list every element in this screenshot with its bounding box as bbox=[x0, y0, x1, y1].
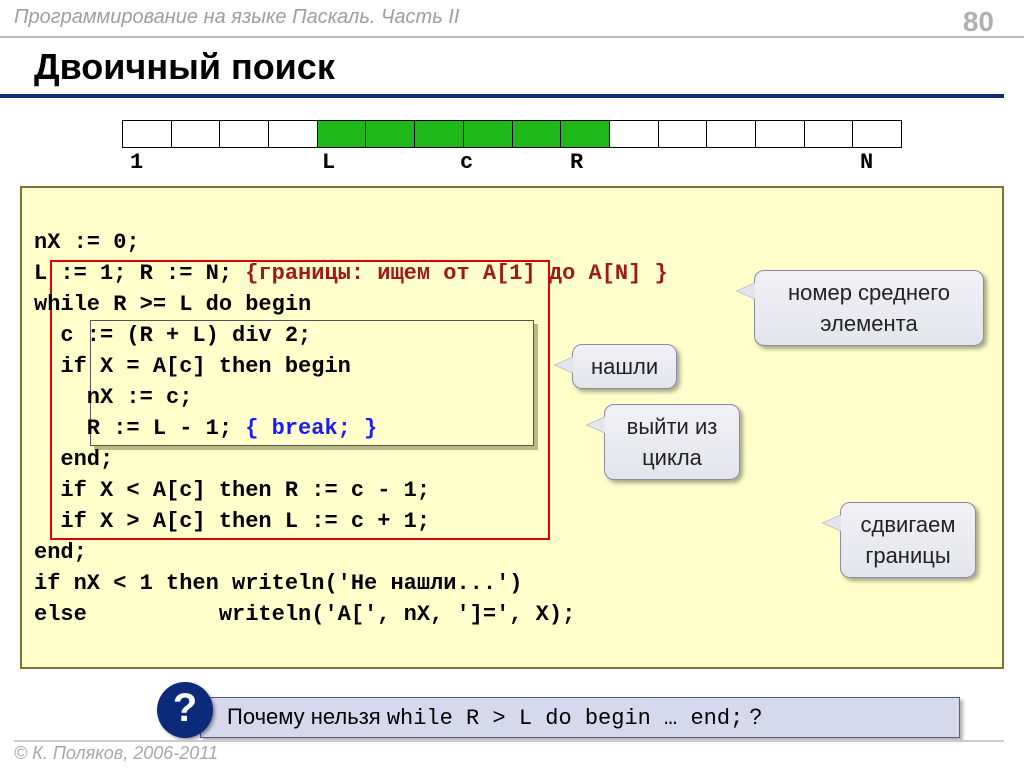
code-line: if X = A[c] then begin bbox=[34, 354, 351, 379]
array-labels: 1 L c R N bbox=[122, 150, 902, 176]
array-cell bbox=[853, 120, 902, 148]
array-cell bbox=[220, 120, 269, 148]
array-cell bbox=[513, 120, 562, 148]
array-cell bbox=[172, 120, 221, 148]
array-cell bbox=[561, 120, 610, 148]
callout-exit-loop: выйти из цикла bbox=[604, 404, 740, 480]
course-title: Программирование на языке Паскаль. Часть… bbox=[14, 6, 459, 29]
callout-text: сдвигаем границы bbox=[861, 512, 956, 568]
array-cell bbox=[318, 120, 367, 148]
code-line: L := 1; R := N; bbox=[34, 261, 245, 286]
array-cell bbox=[610, 120, 659, 148]
header-bar: Программирование на языке Паскаль. Часть… bbox=[0, 0, 1024, 38]
label-1: 1 bbox=[130, 150, 143, 175]
code-line: if X > A[c] then L := c + 1; bbox=[34, 509, 430, 534]
slide-title: Двоичный поиск bbox=[0, 38, 1004, 98]
code-line: while R >= L do begin bbox=[34, 292, 311, 317]
code-line: if X < A[c] then R := c - 1; bbox=[34, 478, 430, 503]
code-block: nX := 0; L := 1; R := N; {границы: ищем … bbox=[20, 186, 1004, 669]
question-box: ? Почему нельзя while R > L do begin … e… bbox=[200, 697, 960, 738]
array-cell bbox=[415, 120, 464, 148]
footer-copyright: © К. Поляков, 2006-2011 bbox=[14, 740, 1004, 764]
page-number: 80 bbox=[963, 6, 994, 38]
array-cell bbox=[805, 120, 854, 148]
code-line: if nX < 1 then writeln('Не нашли...') bbox=[34, 571, 522, 596]
label-L: L bbox=[322, 150, 335, 175]
callout-found: нашли bbox=[572, 344, 677, 389]
code-line: else writeln('A[', nX, ']=', X); bbox=[34, 602, 575, 627]
code-comment: {границы: ищем от A[1] до A[N] } bbox=[245, 261, 667, 286]
callout-shift-bounds: сдвигаем границы bbox=[840, 502, 976, 578]
array-cell bbox=[659, 120, 708, 148]
callout-text: номер среднего элемента bbox=[788, 280, 950, 336]
label-N: N bbox=[860, 150, 873, 175]
question-text-pre: Почему нельзя bbox=[227, 704, 387, 729]
code-line: c := (R + L) div 2; bbox=[34, 323, 311, 348]
array-cell bbox=[464, 120, 513, 148]
array-cell bbox=[707, 120, 756, 148]
code-line: nX := 0; bbox=[34, 230, 140, 255]
code-line: R := L - 1; bbox=[34, 416, 245, 441]
code-break: { break; } bbox=[245, 416, 377, 441]
array-cell bbox=[122, 120, 172, 148]
array-cell bbox=[269, 120, 318, 148]
code-line: end; bbox=[34, 540, 87, 565]
code-line: nX := c; bbox=[34, 385, 192, 410]
code-lines: nX := 0; L := 1; R := N; {границы: ищем … bbox=[34, 196, 992, 661]
callout-middle-element: номер среднего элемента bbox=[754, 270, 984, 346]
array-cell bbox=[366, 120, 415, 148]
callout-text: нашли bbox=[591, 354, 658, 379]
callout-text: выйти из цикла bbox=[627, 414, 718, 470]
array-diagram bbox=[122, 120, 902, 148]
question-mark-icon: ? bbox=[157, 682, 213, 738]
question-code: while R > L do begin … end; bbox=[387, 706, 743, 731]
question-text-post: ? bbox=[743, 704, 761, 729]
code-line: end; bbox=[34, 447, 113, 472]
label-R: R bbox=[570, 150, 583, 175]
label-c: c bbox=[460, 150, 473, 175]
array-cell bbox=[756, 120, 805, 148]
